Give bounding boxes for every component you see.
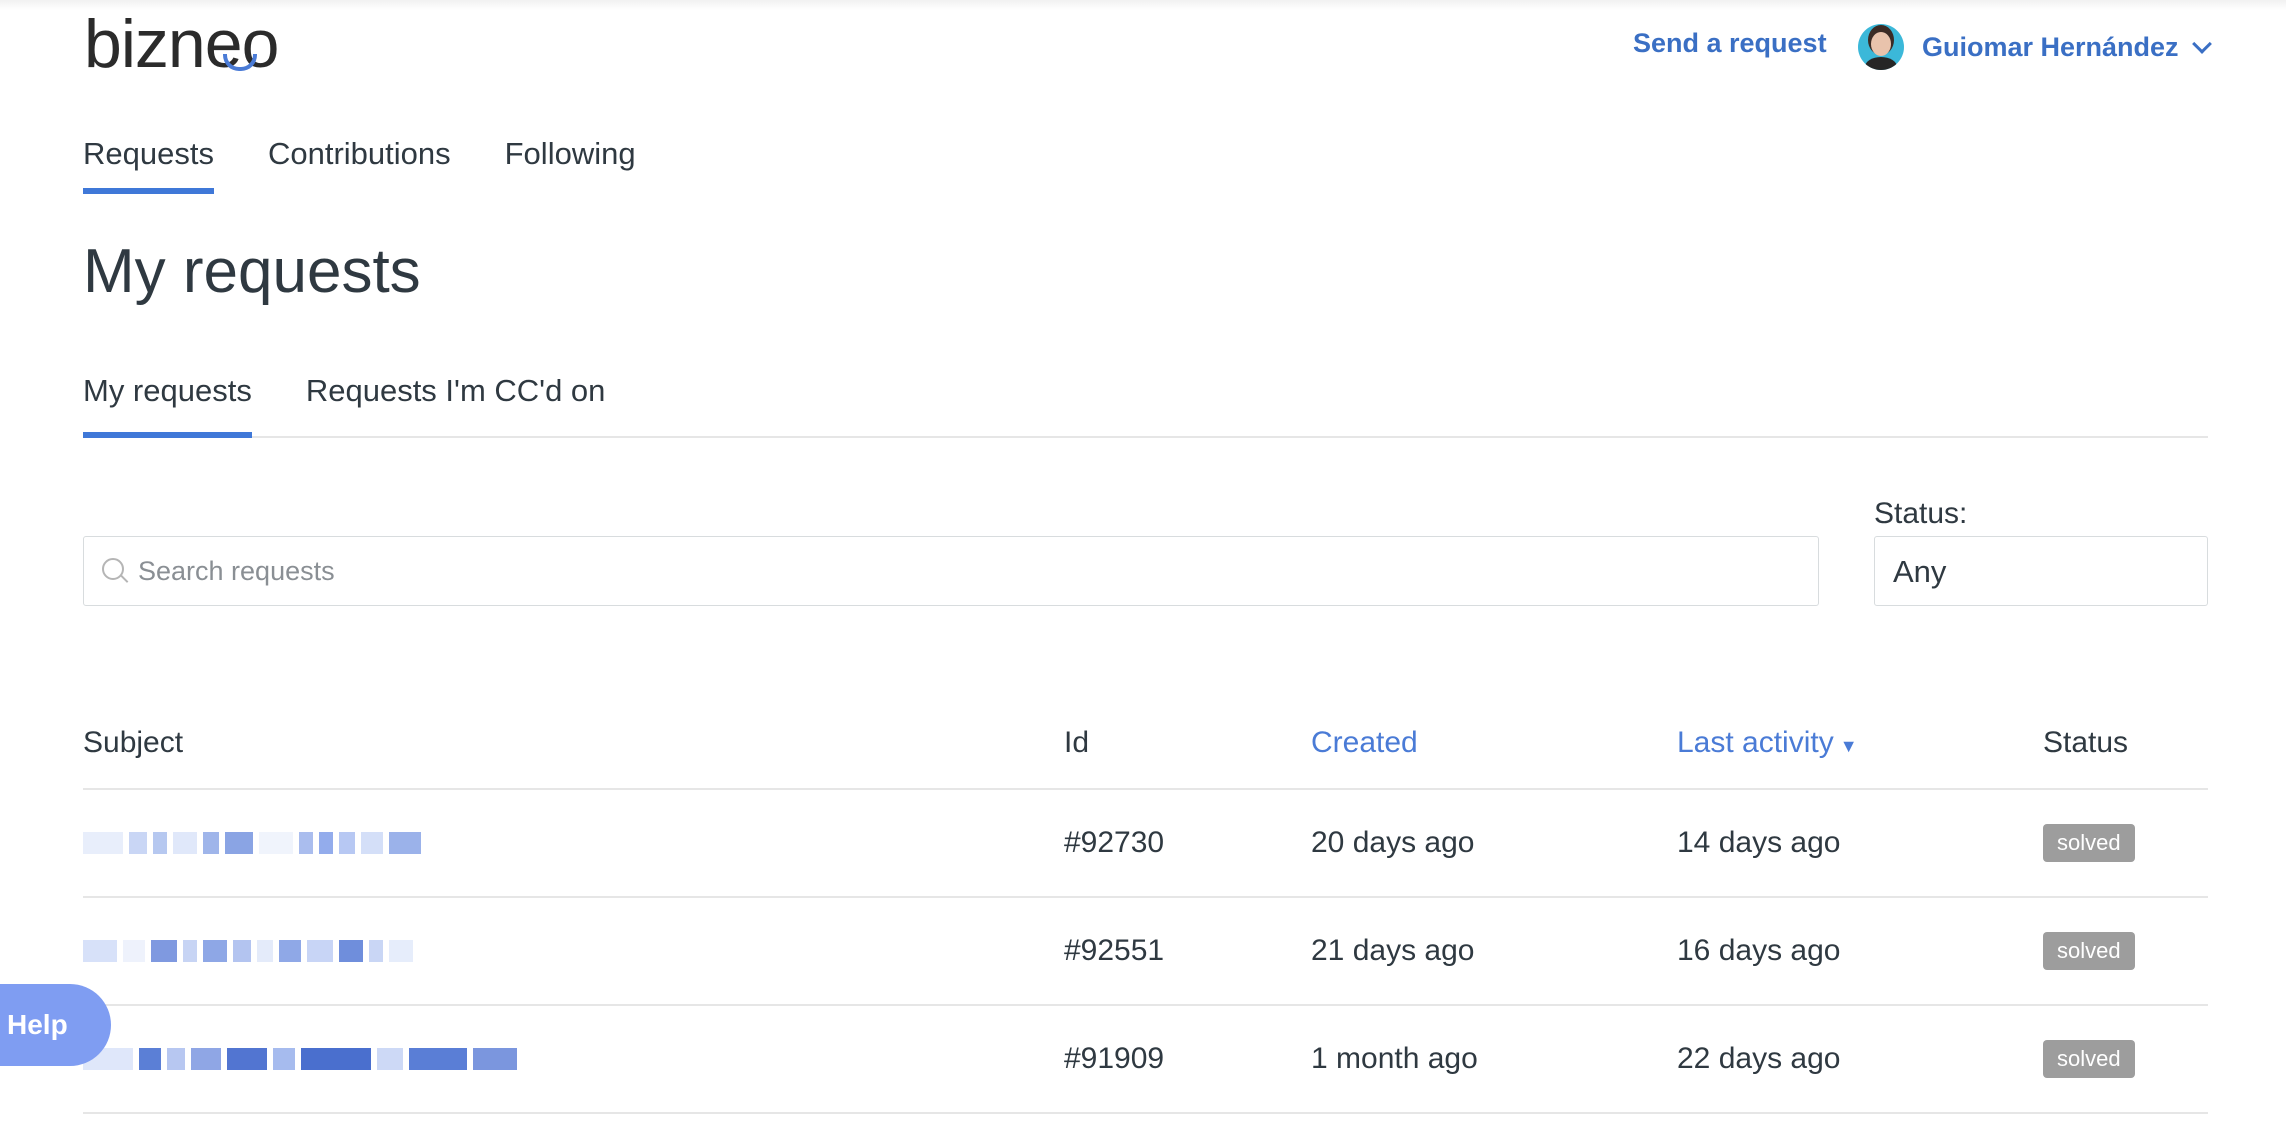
- sort-desc-icon: ▼: [1839, 736, 1858, 756]
- avatar: [1858, 24, 1904, 70]
- send-request-link[interactable]: Send a request: [1633, 28, 1827, 59]
- request-subject-link[interactable]: [83, 789, 1064, 898]
- search-input[interactable]: [138, 537, 1798, 605]
- table-row[interactable]: #91909 1 month ago 22 days ago solved: [83, 1005, 2208, 1114]
- column-last-activity-label: Last activity: [1677, 726, 1834, 759]
- page-title: My requests: [83, 237, 421, 306]
- table-row[interactable]: #92551 21 days ago 16 days ago solved: [83, 897, 2208, 1006]
- redacted-subject: [83, 940, 1064, 962]
- request-last-activity: 22 days ago: [1677, 1005, 2043, 1114]
- user-name: Guiomar Hernández: [1922, 31, 2179, 62]
- request-id: #92730: [1064, 789, 1311, 898]
- status-badge: solved: [2043, 824, 2135, 862]
- main-nav: Requests Contributions Following: [83, 136, 690, 194]
- user-menu[interactable]: Guiomar Hernández: [1858, 24, 2212, 70]
- status-badge: solved: [2043, 1040, 2135, 1078]
- tab-contributions[interactable]: Contributions: [268, 136, 451, 194]
- bizneo-logo[interactable]: bizneo: [84, 4, 279, 84]
- request-id: #91909: [1064, 1005, 1311, 1114]
- request-id: #92551: [1064, 897, 1311, 1006]
- request-last-activity: 14 days ago: [1677, 789, 2043, 898]
- table-row[interactable]: #92730 20 days ago 14 days ago solved: [83, 789, 2208, 898]
- tab-requests[interactable]: Requests: [83, 136, 214, 194]
- status-badge: solved: [2043, 932, 2135, 970]
- tab-my-requests[interactable]: My requests: [83, 373, 252, 438]
- request-created: 20 days ago: [1311, 789, 1677, 898]
- help-button[interactable]: Help: [0, 984, 111, 1066]
- column-last-activity[interactable]: Last activity ▼: [1677, 698, 2043, 790]
- request-created: 1 month ago: [1311, 1005, 1677, 1114]
- search-box: [83, 536, 1819, 606]
- request-subject-link[interactable]: [83, 1005, 1064, 1114]
- request-sub-tabs: My requests Requests I'm CC'd on: [83, 373, 2208, 438]
- header-shadow: [0, 0, 2286, 10]
- chevron-down-icon: [2191, 34, 2212, 54]
- search-icon: [102, 558, 124, 580]
- status-filter-label: Status:: [1874, 497, 1968, 530]
- status-select[interactable]: Any: [1874, 536, 2208, 606]
- redacted-subject: [83, 832, 1064, 854]
- column-status: Status: [2043, 698, 2208, 790]
- column-subject: Subject: [83, 698, 1064, 790]
- table-header-row: Subject Id Created Last activity ▼ Status: [83, 698, 2208, 790]
- redacted-subject: [83, 1048, 1064, 1070]
- column-id: Id: [1064, 698, 1311, 790]
- request-subject-link[interactable]: [83, 897, 1064, 1006]
- request-last-activity: 16 days ago: [1677, 897, 2043, 1006]
- request-created: 21 days ago: [1311, 897, 1677, 1006]
- tab-following[interactable]: Following: [505, 136, 636, 194]
- tab-cc-requests[interactable]: Requests I'm CC'd on: [306, 373, 606, 436]
- requests-table: Subject Id Created Last activity ▼ Status…: [83, 698, 2208, 1114]
- column-created[interactable]: Created: [1311, 698, 1677, 790]
